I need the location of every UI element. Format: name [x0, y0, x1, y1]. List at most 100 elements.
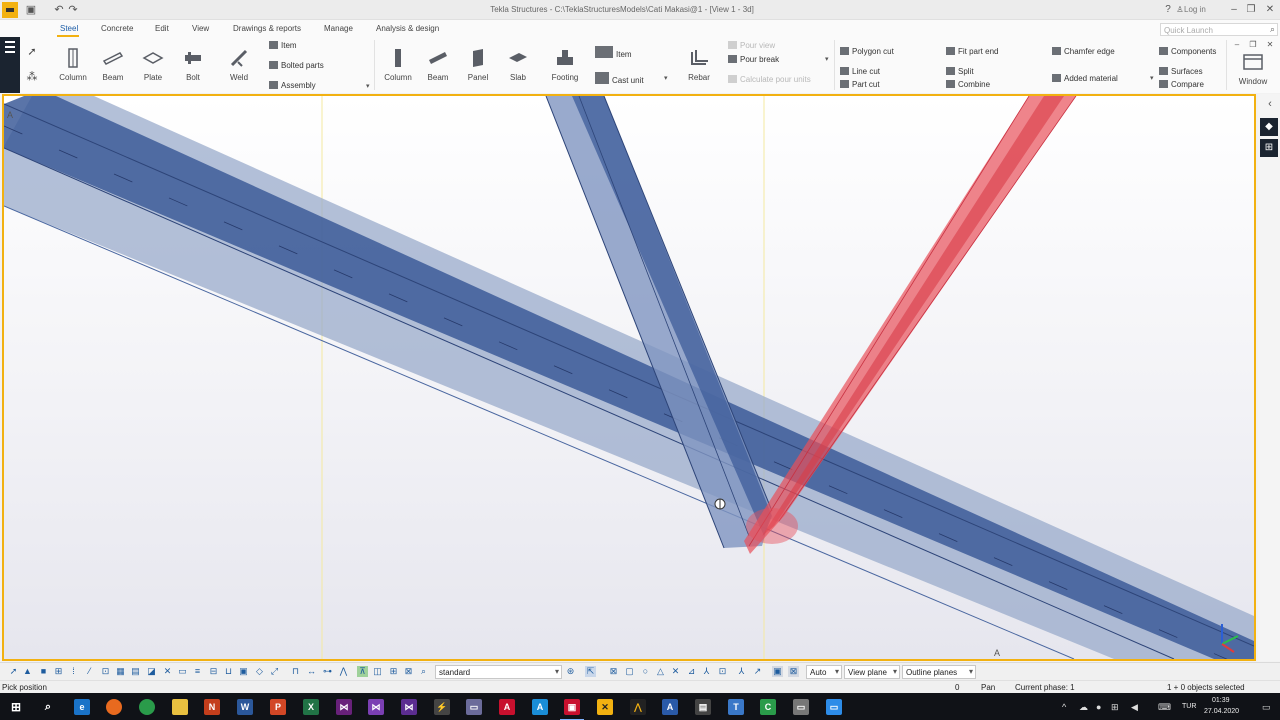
select-welds-icon[interactable]: ⁄: [84, 666, 95, 677]
snap-geometry-icon[interactable]: ⋀: [338, 666, 349, 677]
tab-manage[interactable]: Manage: [324, 24, 353, 33]
tab-drawings-reports[interactable]: Drawings & reports: [233, 24, 301, 33]
tray-volume-icon[interactable]: ◀: [1131, 702, 1138, 713]
window-button[interactable]: Window: [1236, 52, 1270, 86]
model-canvas[interactable]: [4, 96, 1254, 659]
pour-break-button[interactable]: Pour break: [728, 55, 779, 64]
app-icon[interactable]: ⚡: [434, 699, 450, 715]
footing-button[interactable]: Footing: [550, 48, 580, 82]
snap-intersection-icon[interactable]: ○: [640, 666, 651, 677]
steel-beam-button[interactable]: Beam: [98, 48, 128, 82]
weld-button[interactable]: Weld: [224, 48, 254, 82]
snap-grid-2-icon[interactable]: ⊠: [788, 666, 799, 677]
app-6-icon[interactable]: T: [728, 699, 744, 715]
tab-concrete[interactable]: Concrete: [101, 24, 133, 33]
snap-end-icon[interactable]: ⊠: [608, 666, 619, 677]
rebar-button[interactable]: Rebar: [684, 48, 714, 82]
select-parts-icon[interactable]: ▲: [22, 666, 33, 677]
visual-studio-icon[interactable]: ⋈: [336, 699, 352, 715]
select-objects-icon[interactable]: ⁞: [68, 666, 79, 677]
polygon-cut-button[interactable]: Polygon cut: [840, 47, 894, 56]
chamfer-edge-button[interactable]: Chamfer edge: [1052, 47, 1115, 56]
select-surface-icon[interactable]: ◪: [146, 666, 157, 677]
view-restore-button[interactable]: ❐: [1245, 38, 1261, 52]
snap-perpendicular-icon[interactable]: ✕: [670, 666, 681, 677]
powerpoint-icon[interactable]: P: [270, 699, 286, 715]
concrete-beam-button[interactable]: Beam: [423, 48, 453, 82]
concrete-group-dropdown-icon[interactable]: ▾: [664, 74, 668, 82]
app-2-icon[interactable]: ▭: [466, 699, 482, 715]
select-pour-icon[interactable]: ◇: [254, 666, 265, 677]
steel-item-button[interactable]: Item: [269, 41, 297, 50]
visual-studio-3-icon[interactable]: ⋈: [401, 699, 417, 715]
minimize-button[interactable]: –: [1226, 3, 1242, 17]
slab-button[interactable]: Slab: [503, 48, 533, 82]
steel-group-dropdown-icon[interactable]: ▾: [366, 82, 370, 90]
snap-parallel-icon[interactable]: ⊿: [686, 666, 697, 677]
snap-nearest-edge-icon[interactable]: ⊡: [717, 666, 728, 677]
word-icon[interactable]: W: [237, 699, 253, 715]
object-properties-icon[interactable]: ◆: [1260, 118, 1278, 136]
tab-analysis-design[interactable]: Analysis & design: [376, 24, 439, 33]
tray-time[interactable]: 01:39: [1212, 697, 1230, 704]
autodesk-icon[interactable]: A: [532, 699, 548, 715]
panel-button[interactable]: Panel: [463, 48, 493, 82]
zoom-meeting-icon[interactable]: ▭: [826, 699, 842, 715]
snap-override-2-icon[interactable]: ▣: [772, 666, 783, 677]
snap-extension-icon[interactable]: △: [655, 666, 666, 677]
app-5-icon[interactable]: ▤: [695, 699, 711, 715]
quick-launch-input[interactable]: Quick Launch ⌕: [1160, 23, 1278, 36]
select-castunit-icon[interactable]: ▣: [238, 666, 249, 677]
close-button[interactable]: ✕: [1262, 3, 1278, 17]
tray-keyboard-icon[interactable]: ⌨: [1158, 702, 1171, 713]
concrete-column-button[interactable]: Column: [383, 48, 413, 82]
fit-part-end-button[interactable]: Fit part end: [946, 47, 998, 56]
side-menu-rail[interactable]: [0, 37, 20, 93]
autocad-icon[interactable]: A: [499, 699, 515, 715]
select-cut-icon[interactable]: ✕: [162, 666, 173, 677]
bolt-button[interactable]: Bolt: [178, 48, 208, 82]
select-dim-icon[interactable]: ≡: [192, 666, 203, 677]
edge-icon[interactable]: e: [74, 699, 90, 715]
surfaces-button[interactable]: Surfaces: [1159, 67, 1203, 76]
app-8-icon[interactable]: ▭: [793, 699, 809, 715]
pour-dropdown-icon[interactable]: ▾: [825, 55, 829, 63]
snap-midpoint-icon[interactable]: ⊶: [322, 666, 333, 677]
filter-settings-icon[interactable]: ⊛: [565, 666, 576, 677]
tray-network-icon[interactable]: ⊞: [1111, 702, 1119, 713]
calculate-pour-units-button[interactable]: Calculate pour units: [728, 75, 811, 84]
tab-edit[interactable]: Edit: [155, 24, 169, 33]
bolted-parts-button[interactable]: Bolted parts: [269, 61, 324, 70]
select-arrow-icon[interactable]: ➚: [25, 45, 39, 59]
snap-nearest-icon[interactable]: ⊠: [403, 666, 414, 677]
view-minimize-button[interactable]: –: [1229, 38, 1245, 52]
login-link[interactable]: Log in: [1184, 5, 1206, 14]
added-material-button[interactable]: Added material: [1052, 74, 1118, 83]
select-points-icon[interactable]: ■: [38, 666, 49, 677]
snap-toggle-icon[interactable]: ⇱: [585, 666, 596, 677]
collapse-side-pane-icon[interactable]: ‹: [1263, 97, 1277, 111]
snap-free-icon[interactable]: ⊞: [388, 666, 399, 677]
compare-button[interactable]: Compare: [1159, 80, 1204, 89]
assembly-button[interactable]: Assembly: [269, 81, 316, 90]
status-phase[interactable]: Current phase: 1: [1015, 683, 1075, 692]
select-grid-icon[interactable]: ▦: [115, 666, 126, 677]
view-close-button[interactable]: ✕: [1262, 38, 1278, 52]
select-all-icon[interactable]: ➚: [8, 666, 19, 677]
file-explorer-icon[interactable]: [172, 699, 188, 715]
app-4-icon[interactable]: A: [662, 699, 678, 715]
pour-view-button[interactable]: Pour view: [728, 41, 775, 50]
tab-steel[interactable]: Steel: [60, 24, 78, 33]
search-icon[interactable]: ⌕: [40, 699, 56, 715]
select-reference-icon[interactable]: ⊟: [208, 666, 219, 677]
edit-group-dropdown-icon[interactable]: ▾: [1150, 74, 1154, 82]
cast-unit-button[interactable]: Cast unit: [595, 72, 644, 85]
tray-date[interactable]: 27.04.2020: [1204, 708, 1239, 715]
select-distance-icon[interactable]: ⤢: [269, 666, 280, 677]
outline-planes-select[interactable]: Outline planes ▾: [902, 665, 976, 679]
tray-cloud-icon[interactable]: ☁: [1079, 702, 1088, 713]
start-windows-icon[interactable]: ⊞: [8, 699, 24, 715]
select-rebar-icon[interactable]: ▤: [130, 666, 141, 677]
select-components-icon[interactable]: ⊞: [53, 666, 64, 677]
tray-language[interactable]: TUR: [1182, 703, 1196, 710]
